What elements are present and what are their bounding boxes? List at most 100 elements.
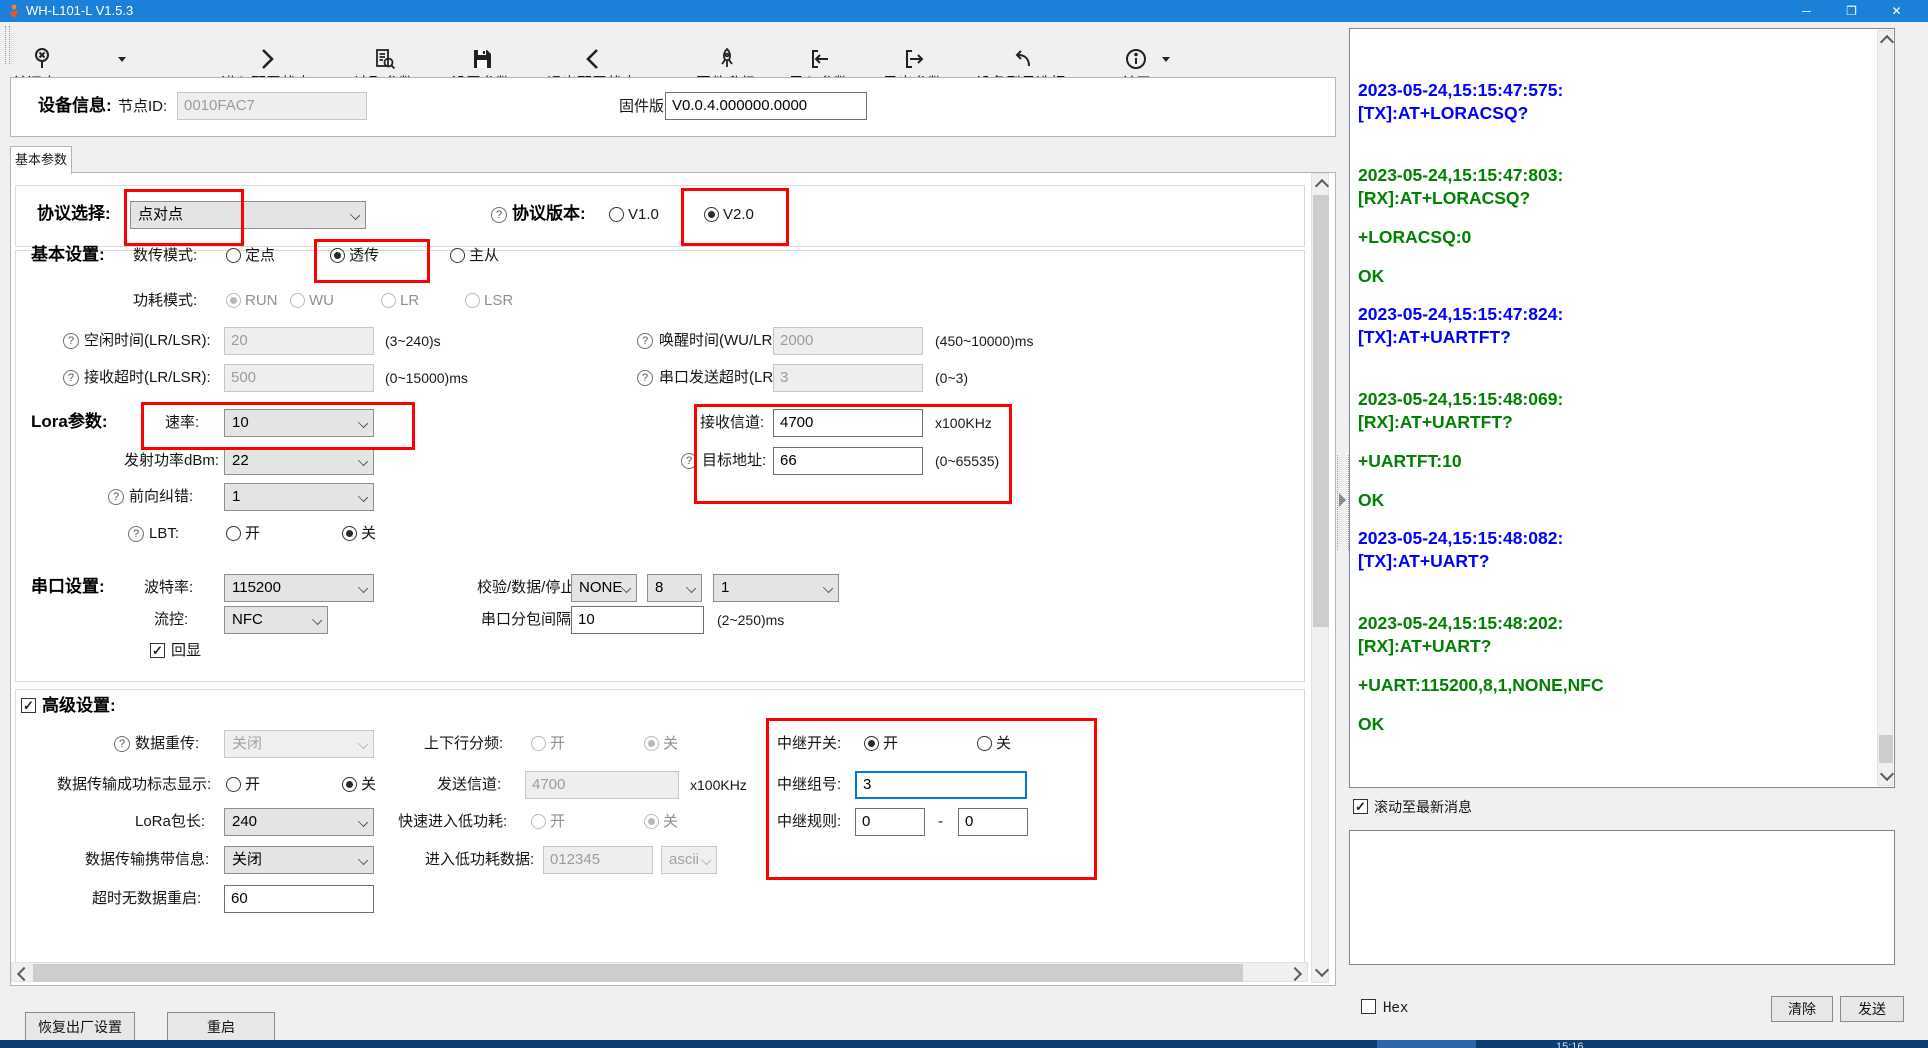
config-v-scrollbar[interactable] [1311,173,1329,983]
send-input[interactable] [1349,830,1895,965]
restart-button[interactable]: 重启 [167,1012,275,1042]
fec-help-icon[interactable] [108,489,124,505]
radio-protocol-v1[interactable] [609,207,624,222]
radio-success-flag-off-label[interactable]: 关 [361,776,376,794]
stopbits-combo[interactable]: 1 [713,574,839,602]
radio-protocol-v2[interactable] [704,207,719,222]
radio-updown-on[interactable] [531,736,546,751]
radio-mode-master-slave-label[interactable]: 主从 [469,247,499,265]
close-button[interactable]: ✕ [1874,0,1919,22]
radio-lbt-off-label[interactable]: 关 [361,525,376,543]
about-dropdown-caret[interactable] [1162,57,1170,62]
radio-lbt-on-label[interactable]: 开 [245,525,260,543]
lbt-help-icon[interactable] [128,526,144,542]
uart-timeout-help-icon[interactable] [637,370,653,386]
autoscroll-checkbox[interactable] [1353,799,1368,814]
tx-channel-field[interactable]: 4700 [525,771,679,799]
radio-fast-lowpower-off[interactable] [644,814,659,829]
log-v-scrollbar[interactable] [1877,30,1893,786]
idle-time-help-icon[interactable] [63,333,79,349]
rate-combo[interactable]: 10 [224,409,374,437]
radio-power-wu[interactable] [290,293,305,308]
log-scrollbar-thumb[interactable] [1879,735,1893,763]
idle-time-field[interactable]: 20 [224,327,374,355]
node-id-field[interactable]: 0010FAC7 [177,92,367,120]
protocol-combo[interactable]: 点对点 [130,201,366,229]
radio-protocol-v2-label[interactable]: V2.0 [723,206,754,224]
relay-rule-to-field[interactable]: 0 [958,808,1028,836]
timeout-restart-field[interactable]: 60 [224,885,374,913]
radio-mode-master-slave[interactable] [450,248,465,263]
v-scrollbar-thumb[interactable] [1313,195,1329,627]
firmware-version-field[interactable]: V0.0.4.000000.0000 [665,92,867,120]
databits-combo[interactable]: 8 [647,574,702,602]
config-h-scrollbar[interactable] [11,962,1308,982]
radio-power-lr[interactable] [381,293,396,308]
radio-fast-lowpower-on[interactable] [531,814,546,829]
hex-checkbox[interactable] [1361,999,1376,1014]
retrans-combo[interactable]: 关闭 [224,730,374,758]
splitter-arrow-icon[interactable] [1339,493,1346,507]
scroll-left-icon[interactable] [17,967,31,981]
radio-success-flag-on[interactable] [226,777,241,792]
h-scrollbar-thumb[interactable] [33,964,1243,982]
radio-success-flag-on-label[interactable]: 开 [245,776,260,794]
packet-len-combo[interactable]: 240 [224,808,374,836]
radio-relay-off[interactable] [977,736,992,751]
target-addr-help-icon[interactable] [681,453,697,469]
retrans-help-icon[interactable] [114,736,130,752]
target-addr-field[interactable]: 66 [773,447,923,475]
factory-reset-button[interactable]: 恢复出厂设置 [25,1012,135,1042]
minimize-button[interactable]: ─ [1784,0,1829,22]
log-scroll-up-icon[interactable] [1880,35,1894,49]
radio-relay-off-label[interactable]: 关 [996,735,1011,753]
radio-relay-on-label[interactable]: 开 [883,735,898,753]
send-button[interactable]: 发送 [1840,996,1904,1022]
radio-mode-fixed-label[interactable]: 定点 [245,247,275,265]
wake-time-field[interactable]: 2000 [773,327,923,355]
clear-button[interactable]: 清除 [1771,996,1833,1022]
relay-group-field[interactable]: 3 [855,771,1027,799]
carry-info-combo[interactable]: 关闭 [224,846,374,874]
rx-timeout-field[interactable]: 500 [224,364,374,392]
radio-lbt-on[interactable] [226,526,241,541]
radio-relay-on[interactable] [864,736,879,751]
panel-splitter[interactable] [1337,455,1349,550]
fec-combo[interactable]: 1 [224,483,374,511]
scroll-down-icon[interactable] [1315,963,1329,977]
uart-timeout-field[interactable]: 3 [773,364,923,392]
autoscroll-label[interactable]: 滚动至最新消息 [1374,798,1472,816]
radio-mode-transparent-label[interactable]: 透传 [349,247,379,265]
lowpower-data-field[interactable]: 012345 [543,846,653,874]
radio-mode-fixed[interactable] [226,248,241,263]
protocol-version-help-icon[interactable] [491,207,507,223]
log-scroll-down-icon[interactable] [1880,767,1894,781]
radio-power-run[interactable] [226,293,241,308]
advanced-checkbox[interactable] [21,698,36,713]
lowpower-encoding-combo[interactable]: ascii [661,846,717,874]
relay-rule-from-field[interactable]: 0 [855,808,925,836]
close-serial-dropdown-caret[interactable] [118,57,126,62]
radio-updown-off[interactable] [644,736,659,751]
flow-combo[interactable]: NFC [224,606,328,634]
radio-power-lsr[interactable] [465,293,480,308]
wake-time-help-icon[interactable] [637,333,653,349]
rx-channel-field[interactable]: 4700 [773,409,923,437]
log-output[interactable]: 2023-05-24,15:15:47:575:[TX]:AT+LORACSQ?… [1358,79,1868,751]
radio-protocol-v1-label[interactable]: V1.0 [628,206,659,224]
echo-label[interactable]: 回显 [171,642,201,660]
echo-checkbox[interactable] [150,643,165,658]
radio-lbt-off[interactable] [342,526,357,541]
radio-mode-transparent[interactable] [330,248,345,263]
hex-label[interactable]: Hex [1383,1000,1408,1016]
radio-success-flag-off[interactable] [342,777,357,792]
parity-combo[interactable]: NONE [571,574,637,602]
tab-basic-params[interactable]: 基本参数 [10,146,72,174]
baud-combo[interactable]: 115200 [224,574,374,602]
packet-interval-field[interactable]: 10 [571,606,704,634]
scroll-right-icon[interactable] [1288,967,1302,981]
tx-power-combo[interactable]: 22 [224,447,374,475]
rx-timeout-help-icon[interactable] [63,370,79,386]
restore-button[interactable]: ❐ [1829,0,1874,22]
scroll-up-icon[interactable] [1315,179,1329,193]
